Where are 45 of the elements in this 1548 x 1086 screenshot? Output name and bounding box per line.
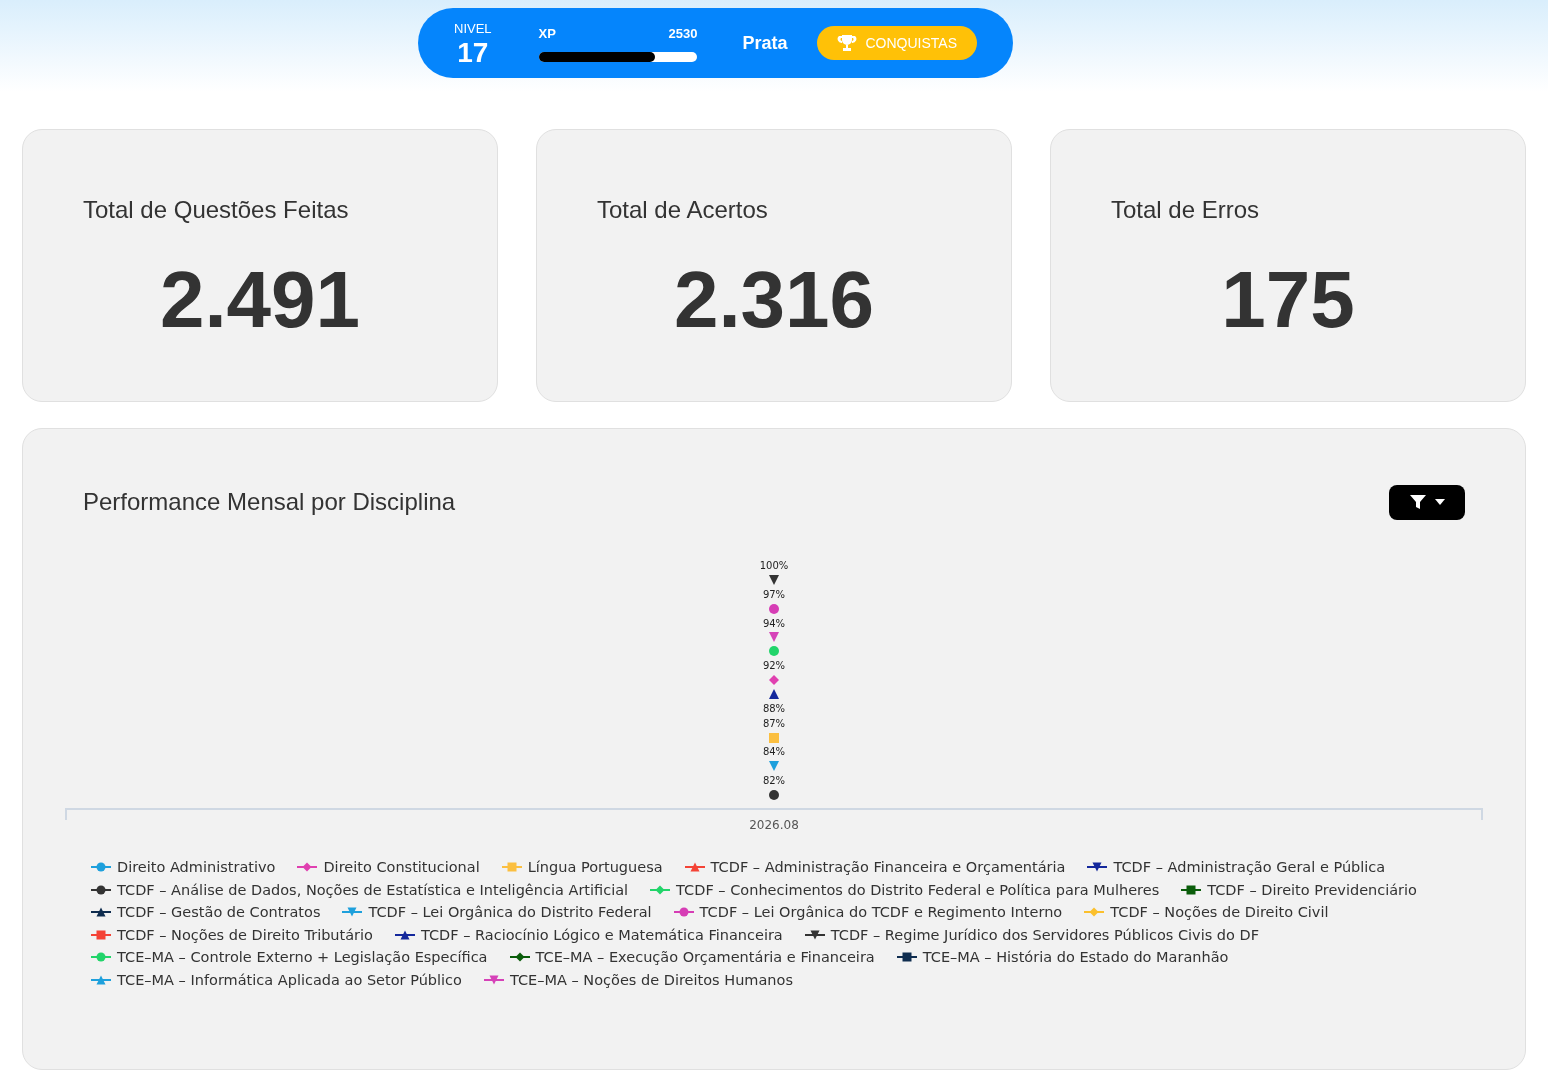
legend-item[interactable]: TCDF – Administração Financeira e Orçamentária (684, 858, 1066, 877)
rank-label: Prata (742, 31, 788, 55)
legend-item[interactable]: Direito Administrativo (91, 858, 276, 877)
stat-title: Total de Erros (1111, 195, 1261, 225)
stat-title: Total de Questões Feitas (83, 195, 350, 225)
stat-value: 2.316 (673, 260, 875, 340)
data-label: 100% (759, 560, 789, 571)
legend-item[interactable]: TCDF – Noções de Direito Civil (1084, 903, 1329, 922)
legend-item[interactable]: TCDF – Raciocínio Lógico e Matemática Financeira (395, 925, 783, 944)
data-label: 88% (762, 702, 786, 714)
data-label: 94% (762, 617, 786, 629)
level-label: NIVEL (454, 20, 492, 39)
stat-value: 2.491 (159, 260, 361, 340)
legend-item[interactable]: TCDF – Regime Jurídico dos Servidores Públicos Civis do DF (804, 925, 1260, 944)
data-label: 92% (762, 660, 786, 672)
legend-item[interactable]: TCDF – Gestão de Contratos (91, 903, 321, 922)
xp-value: 2530 (668, 25, 698, 44)
x-axis-label: 2026.08 (749, 817, 799, 834)
legend-item[interactable]: TCDF – Noções de Direito Tributário (91, 925, 373, 944)
panel-title: Performance Mensal por Disciplina (83, 487, 456, 517)
legend-item[interactable]: TCDF – Análise de Dados, Noções de Estatística e Inteligência Artificial (91, 880, 629, 899)
filter-button[interactable] (1389, 484, 1465, 520)
legend-item[interactable]: TCDF – Lei Orgânica do TCDF e Regimento Interno (673, 903, 1063, 922)
legend-item[interactable]: TCE–MA – Controle Externo + Legislação Específica (91, 948, 488, 967)
trophy-icon (837, 33, 858, 53)
caret-icon (1435, 499, 1445, 505)
legend-item[interactable]: TCDF – Lei Orgânica do Distrito Federal (342, 903, 652, 922)
xp-label: XP (538, 25, 556, 44)
data-label: 87% (762, 717, 786, 729)
legend-item[interactable]: TCE–MA – Informática Aplicada ao Setor Público (91, 970, 462, 989)
data-label: 84% (762, 746, 786, 758)
legend-item[interactable]: Direito Constitucional (297, 858, 480, 877)
legend-item[interactable]: TCE–MA – Execução Orçamentária e Financeira (509, 948, 875, 967)
legend-item[interactable]: TCDF – Direito Previdenciário (1181, 880, 1417, 899)
filter-icon (1409, 493, 1427, 511)
data-label: 97% (762, 588, 786, 600)
legend-item[interactable]: TCDF – Conhecimentos do Distrito Federal e Política para Mulheres (650, 880, 1160, 899)
legend-item[interactable]: TCE–MA – Noções de Direitos Humanos (483, 970, 793, 989)
level-value: 17 (457, 38, 489, 67)
legend-item[interactable]: TCDF – Administração Geral e Pública (1087, 858, 1386, 877)
stat-value: 175 (1221, 260, 1355, 340)
legend-item[interactable]: TCE–MA – História do Estado do Maranhão (896, 948, 1229, 967)
stat-title: Total de Acertos (597, 195, 769, 225)
legend-item[interactable]: Língua Portuguesa (501, 858, 663, 877)
data-label: 82% (762, 775, 786, 787)
